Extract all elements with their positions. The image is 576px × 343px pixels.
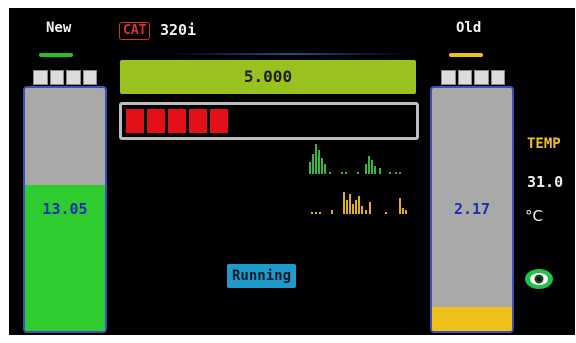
model-name: 320i [160,21,197,39]
waveform-graph [309,144,407,214]
new-tank-cap [33,70,97,85]
temperature-value: 31.0 [527,173,564,191]
progress-segments [126,109,228,133]
temperature-unit: °C [525,207,543,225]
eye-icon[interactable] [524,268,554,290]
old-tank: 2.17 [430,86,514,333]
value-display: 5.000 [120,60,416,94]
old-tank-level [432,306,512,331]
screen: New 13.05 CAT 320i 5.000 Running Old 2.1… [9,8,575,335]
green-waveform [309,144,401,174]
progress-segment [168,109,186,133]
brand-badge: CAT [119,22,151,40]
old-tank-marker [449,53,483,57]
new-tank-label: New [46,20,72,36]
new-tank-marker [39,53,73,57]
status-running-button[interactable]: Running [227,264,297,288]
progress-segment [126,109,144,133]
header-divider [169,53,409,55]
progress-bar [119,102,419,140]
new-tank: 13.05 [23,86,107,333]
yellow-waveform [311,192,407,214]
old-tank-label: Old [456,20,482,36]
progress-segment [210,109,228,133]
old-tank-cap [441,70,505,85]
old-tank-value: 2.17 [453,200,491,218]
progress-segment [189,109,207,133]
new-tank-value: 13.05 [42,200,88,218]
progress-segment [147,109,165,133]
temperature-title: TEMP [527,136,561,152]
